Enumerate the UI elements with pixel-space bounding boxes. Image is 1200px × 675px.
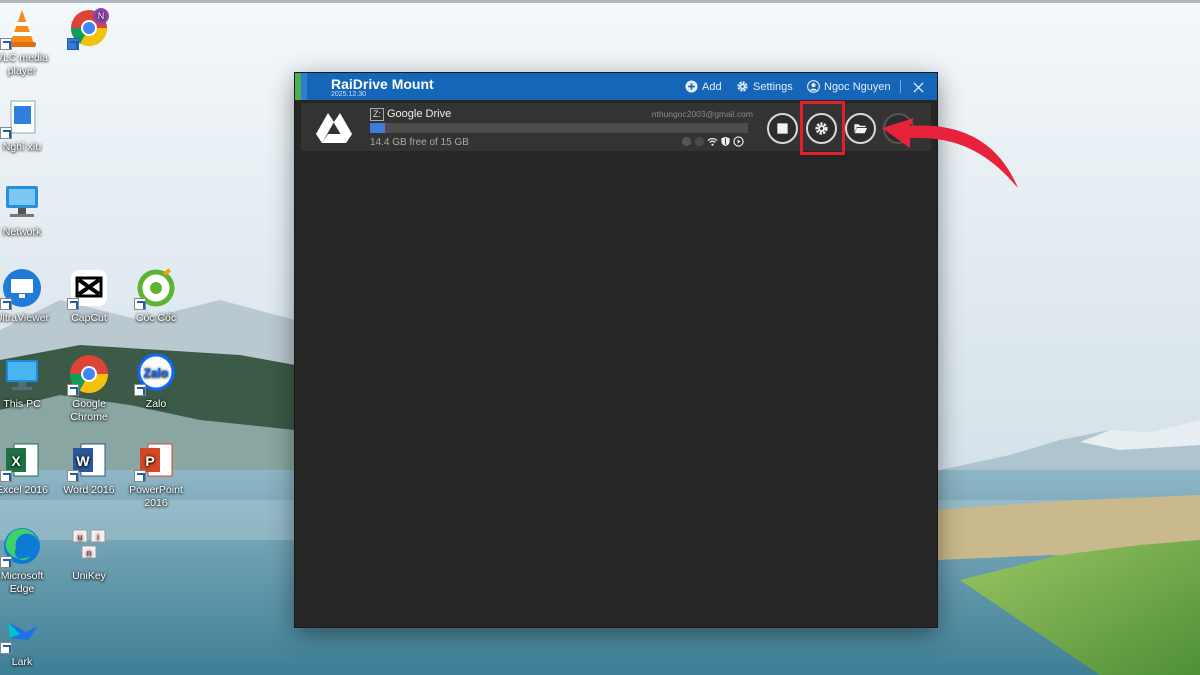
this-pc-icon <box>6 360 38 390</box>
desktop-icon-label: Network <box>2 226 42 238</box>
storage-usage-bar <box>370 123 748 133</box>
svg-text:N: N <box>98 11 105 21</box>
desktop-icon-network[interactable]: Network <box>0 180 55 239</box>
desktop-icon-powerpoint[interactable]: P PowerPoint 2016 <box>123 438 189 510</box>
folder-open-icon <box>854 124 868 134</box>
close-icon <box>912 81 924 93</box>
shortcut-arrow-icon <box>134 384 146 396</box>
unikey-icon: u in <box>72 529 106 559</box>
desktop-icon-label: VLC media player <box>0 52 48 77</box>
shortcut-arrow-icon <box>67 38 79 50</box>
stop-button[interactable] <box>767 113 798 144</box>
raidrive-window: RaiDrive Mount 2025.12.30 Add Settings N… <box>295 73 937 627</box>
desktop-icon-label: PowerPoint 2016 <box>129 484 183 509</box>
settings-button[interactable]: Settings <box>736 80 793 93</box>
shortcut-arrow-icon <box>0 470 12 482</box>
desktop-icon-chrome-profile[interactable]: N <box>56 6 122 52</box>
svg-text:P: P <box>145 453 154 469</box>
shortcut-arrow-icon <box>0 298 12 310</box>
desktop-icon-label: Cốc Cốc <box>135 312 177 324</box>
annotation-arrow <box>882 118 1018 188</box>
shortcut-arrow-icon <box>67 384 79 396</box>
user-account-button[interactable]: Ngoc Nguyen <box>807 80 891 93</box>
toolbar-divider <box>900 80 901 93</box>
drive-free-space: 14.4 GB free of 15 GB <box>370 137 469 148</box>
user-icon <box>807 80 820 93</box>
drive-name: Google Drive <box>387 108 452 120</box>
shortcut-arrow-icon <box>0 38 12 50</box>
desktop-icon-edge[interactable]: Microsoft Edge <box>0 524 55 596</box>
svg-text:i: i <box>97 532 99 542</box>
desktop-icon-label: UltraViewer <box>0 312 50 324</box>
desktop-icon-label: Zalo <box>145 398 167 410</box>
shortcut-arrow-icon <box>0 642 12 654</box>
desktop-icon-label: UniKey <box>72 570 106 582</box>
close-button[interactable] <box>907 76 929 98</box>
svg-text:X: X <box>11 453 21 469</box>
desktop-icon-label: Lark <box>11 656 33 668</box>
shortcut-arrow-icon <box>134 470 146 482</box>
desktop-icon-label: Excel 2016 <box>0 484 48 496</box>
desktop-icon-label: CapCut <box>71 312 107 324</box>
shortcut-arrow-icon <box>134 298 146 310</box>
settings-label: Settings <box>753 80 793 93</box>
desktop-icon-coccoc[interactable]: Cốc Cốc <box>123 266 189 325</box>
raidrive-logo <box>295 73 307 100</box>
desktop-icon-ultraviewer[interactable]: UltraViewer <box>0 266 55 325</box>
add-circle-icon <box>685 80 698 93</box>
sync-off-icon <box>681 136 692 147</box>
drive-letter-badge: Z: <box>370 108 384 121</box>
shortcut-arrow-icon <box>67 298 79 310</box>
add-button[interactable]: Add <box>685 80 722 93</box>
desktop-icon-word[interactable]: W Word 2016 <box>56 438 122 497</box>
network-icon <box>6 186 38 217</box>
svg-text:W: W <box>76 453 90 469</box>
desktop-icon-label: Microsoft Edge <box>0 570 44 595</box>
shield-icon <box>720 136 731 147</box>
svg-text:u: u <box>77 532 82 542</box>
desktop-icon-label: Google Chrome <box>70 398 108 423</box>
drive-account: nthungoc2003@gmail.com <box>651 109 753 119</box>
desktop-icon-excel[interactable]: X Excel 2016 <box>0 438 55 497</box>
drive-status-icons <box>681 136 744 147</box>
desktop-icon-label: This PC <box>3 398 41 410</box>
svg-text:n: n <box>86 548 91 558</box>
desktop-icon-nghi-xiu[interactable]: Nghỉ xíu <box>0 95 55 154</box>
shortcut-arrow-icon <box>0 556 12 568</box>
play-circle-icon <box>733 136 744 147</box>
desktop-icon-unikey[interactable]: u in UniKey <box>56 524 122 583</box>
shortcut-arrow-icon <box>0 127 12 139</box>
storage-usage-fill <box>370 123 385 133</box>
highlight-box <box>800 101 845 155</box>
title-bar[interactable]: RaiDrive Mount 2025.12.30 Add Settings N… <box>295 73 937 100</box>
app-title: RaiDrive Mount <box>331 76 434 92</box>
desktop-icon-zalo[interactable]: Zalo Zalo <box>123 352 189 411</box>
gear-icon <box>737 81 748 92</box>
google-drive-icon <box>316 113 352 143</box>
cloud-off-icon <box>694 136 705 147</box>
desktop-icon-vlc[interactable]: VLC media player <box>0 6 55 78</box>
desktop-icon-lark[interactable]: Lark <box>0 610 55 669</box>
stop-icon <box>777 123 788 134</box>
user-label: Ngoc Nguyen <box>824 80 891 93</box>
desktop-icon-label: Nghỉ xíu <box>2 141 42 153</box>
desktop-icon-this-pc[interactable]: This PC <box>0 352 55 411</box>
shortcut-arrow-icon <box>67 470 79 482</box>
add-label: Add <box>702 80 722 93</box>
desktop-icon-google-chrome[interactable]: Google Chrome <box>56 352 122 424</box>
app-version: 2025.12.30 <box>331 91 367 98</box>
desktop-icon-capcut[interactable]: CapCut <box>56 266 122 325</box>
desktop-icon-label: Word 2016 <box>63 484 115 496</box>
wifi-icon <box>707 136 718 147</box>
svg-text:Zalo: Zalo <box>144 366 169 380</box>
